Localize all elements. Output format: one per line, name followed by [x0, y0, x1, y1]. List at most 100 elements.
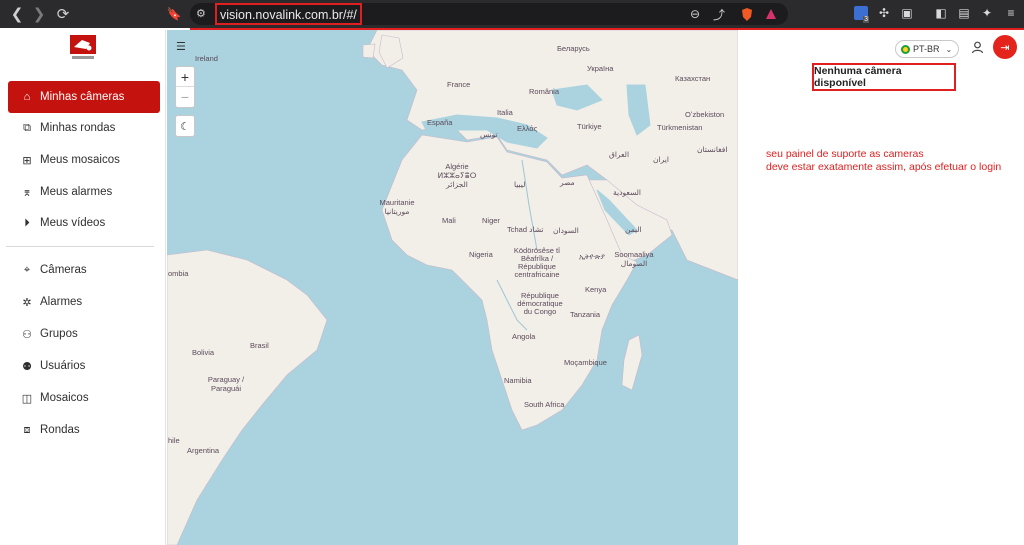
map-label-drc: République démocratique du Congo — [517, 291, 563, 316]
map-label-tunisia: تونس — [480, 130, 498, 139]
sidebar-toggle-icon[interactable]: ◧ — [933, 5, 949, 21]
wallet-icon[interactable]: ▤ — [956, 5, 972, 21]
sidebar: ⌂ Minhas câmeras ⧉ Minhas rondas ⊞ Meus … — [0, 30, 166, 545]
brazil-flag-icon — [901, 44, 910, 54]
map-label-brasil: Brasil — [250, 341, 269, 350]
map-label-turkiye: Türkiye — [577, 122, 602, 131]
map-label-romania: România — [529, 87, 560, 96]
map-label-ireland: Ireland — [195, 54, 218, 63]
sidebar-item-alarmes[interactable]: ✲ Alarmes — [8, 286, 160, 318]
zoom-icon[interactable]: ⊖ — [688, 7, 702, 21]
map-label-algeria: Algérie ⵍⵣⵣⴰⵢⴻⵔ الجزائر — [437, 162, 477, 189]
map-label-angola: Angola — [512, 332, 536, 341]
site-settings-icon[interactable]: ⚙ — [196, 7, 206, 20]
zoom-out-button[interactable]: − — [176, 87, 194, 107]
map-label-sudan: السودان — [553, 226, 579, 235]
map-label-mozambique: Moçambique — [564, 358, 607, 367]
bookmark-icon[interactable]: 🔖 — [163, 3, 185, 25]
sidebar-item-label: Meus vídeos — [40, 217, 106, 229]
annotation-line-2: deve estar exatamente assim, após efetua… — [766, 161, 1002, 173]
map-label-yemen: اليمن — [625, 225, 642, 234]
sidebar-item-label: Meus alarmes — [40, 186, 113, 198]
map-label-mauritania: Mauritanie موريتانيا — [379, 198, 415, 216]
zoom-control: + − — [175, 66, 195, 108]
map-label-kazakhstan: Казахстан — [675, 74, 711, 83]
map-label-turkmenistan: Türkmenistan — [657, 123, 703, 132]
map-label-nigeria: Nigeria — [469, 250, 493, 259]
user-icon[interactable] — [969, 39, 985, 55]
dark-mode-control: ☾ — [175, 115, 195, 137]
forward-icon[interactable]: ❯ — [28, 3, 50, 25]
moon-icon[interactable]: ☾ — [176, 116, 194, 136]
play-square-icon: ⧉ — [23, 121, 31, 134]
address-bar[interactable]: ⚙ vision.novalink.com.br/#/ ⊖ ⤴ — [190, 3, 788, 25]
sidebar-item-cameras[interactable]: ⌖ Câmeras — [8, 254, 160, 286]
alarm-icon: ✲ — [22, 296, 32, 309]
annotation-line-1: seu painel de suporte as cameras — [766, 148, 924, 160]
extension-badge-icon[interactable]: 3 — [853, 5, 869, 23]
browser-toolbar: ❮ ❯ ⟳ 🔖 ⚙ vision.novalink.com.br/#/ ⊖ ⤴ … — [0, 0, 1024, 28]
map-label-saudi: السعودية — [613, 188, 642, 197]
map-label-somalia: Soomaaliya الصومال — [614, 250, 654, 268]
sidebar-item-label: Rondas — [40, 424, 80, 436]
zoom-in-button[interactable]: + — [176, 67, 194, 87]
sidebar-divider — [6, 246, 154, 247]
sidebar-item-usuarios[interactable]: ⚉ Usuários — [8, 350, 160, 382]
sidebar-item-label: Alarmes — [40, 296, 83, 308]
rewards-icon[interactable] — [764, 7, 778, 21]
map-label-afghanistan: افغانستان — [697, 145, 728, 154]
grid-icon: ⊞ — [22, 154, 32, 167]
map-label-argentina: Argentina — [187, 446, 220, 455]
map-label-libya: ليبيا — [514, 180, 526, 189]
sidebar-item-meus-alarmes[interactable]: ⌆ Meus alarmes — [8, 176, 160, 208]
sidebar-item-mosaicos[interactable]: ◫ Mosaicos — [8, 382, 160, 414]
sidebar-item-minhas-cameras[interactable]: ⌂ Minhas câmeras — [8, 81, 160, 113]
logout-button[interactable]: ⇥ — [993, 35, 1017, 59]
group-icon: ⚇ — [22, 328, 32, 341]
map-label-ethiopia: ኢትዮጵያ — [579, 252, 605, 261]
url-text[interactable]: vision.novalink.com.br/#/ — [215, 3, 362, 25]
map-label-espana: España — [427, 118, 453, 127]
brave-shield-icon[interactable] — [740, 7, 754, 21]
language-label: PT-BR — [913, 44, 940, 54]
siren-icon: ⌆ — [22, 186, 32, 199]
menu-icon[interactable]: ≡ — [1003, 5, 1019, 21]
sidebar-item-label: Mosaicos — [40, 392, 89, 404]
reload-icon[interactable]: ⟳ — [52, 3, 74, 25]
play-circle-icon: ⏵ — [24, 216, 30, 229]
logout-icon: ⇥ — [1000, 41, 1010, 54]
map-label-ukraine: Україна — [587, 64, 614, 73]
sidebar-item-meus-videos[interactable]: ⏵ Meus vídeos — [8, 207, 160, 239]
leo-ai-icon[interactable]: ✦ — [979, 5, 995, 21]
sidebar-item-label: Usuários — [40, 360, 86, 372]
sidebar-item-label: Grupos — [40, 328, 78, 340]
users-icon: ⚉ — [22, 360, 32, 373]
map-label-tanzania: Tanzania — [570, 310, 601, 319]
map-label-uzbekistan: Oʻzbekiston — [685, 110, 725, 119]
annotation-note: seu painel de suporte as cameras deve es… — [766, 148, 1001, 174]
novalink-logo — [68, 33, 98, 61]
mosaic-icon: ◫ — [21, 392, 33, 405]
hamburger-menu-icon[interactable]: ☰ — [176, 40, 186, 53]
chevron-down-icon: ⌄ — [945, 44, 953, 54]
sidebar-item-meus-mosaicos[interactable]: ⊞ Meus mosaicos — [8, 144, 160, 176]
screenshot-icon[interactable]: ▣ — [899, 5, 915, 21]
map-label-iran: ایران — [653, 155, 669, 164]
map-label-colombia: ombia — [168, 269, 189, 278]
map-label-iraq: العراق — [609, 150, 630, 159]
sidebar-item-label: Minhas rondas — [40, 122, 116, 134]
map-label-car: Ködörösêse tî Bêafrîka / République cent… — [513, 246, 561, 279]
map-label-chad: Tchad تشاد — [507, 225, 544, 234]
puzzle-icon[interactable]: ✣ — [876, 5, 892, 21]
map-label-belarus: Беларусь — [557, 44, 590, 53]
share-icon[interactable]: ⤴ — [712, 7, 726, 22]
map-label-kenya: Kenya — [585, 285, 607, 294]
language-select[interactable]: PT-BR ⌄ — [895, 40, 959, 58]
map-label-italia: Italia — [497, 108, 513, 117]
sidebar-item-grupos[interactable]: ⚇ Grupos — [8, 318, 160, 350]
sidebar-item-rondas[interactable]: ⧈ Rondas — [8, 414, 160, 446]
sidebar-item-minhas-rondas[interactable]: ⧉ Minhas rondas — [8, 112, 160, 144]
world-map[interactable]: Ireland Беларусь France Україна Казахста… — [167, 30, 738, 545]
home-icon: ⌂ — [23, 91, 31, 103]
back-icon[interactable]: ❮ — [6, 3, 28, 25]
